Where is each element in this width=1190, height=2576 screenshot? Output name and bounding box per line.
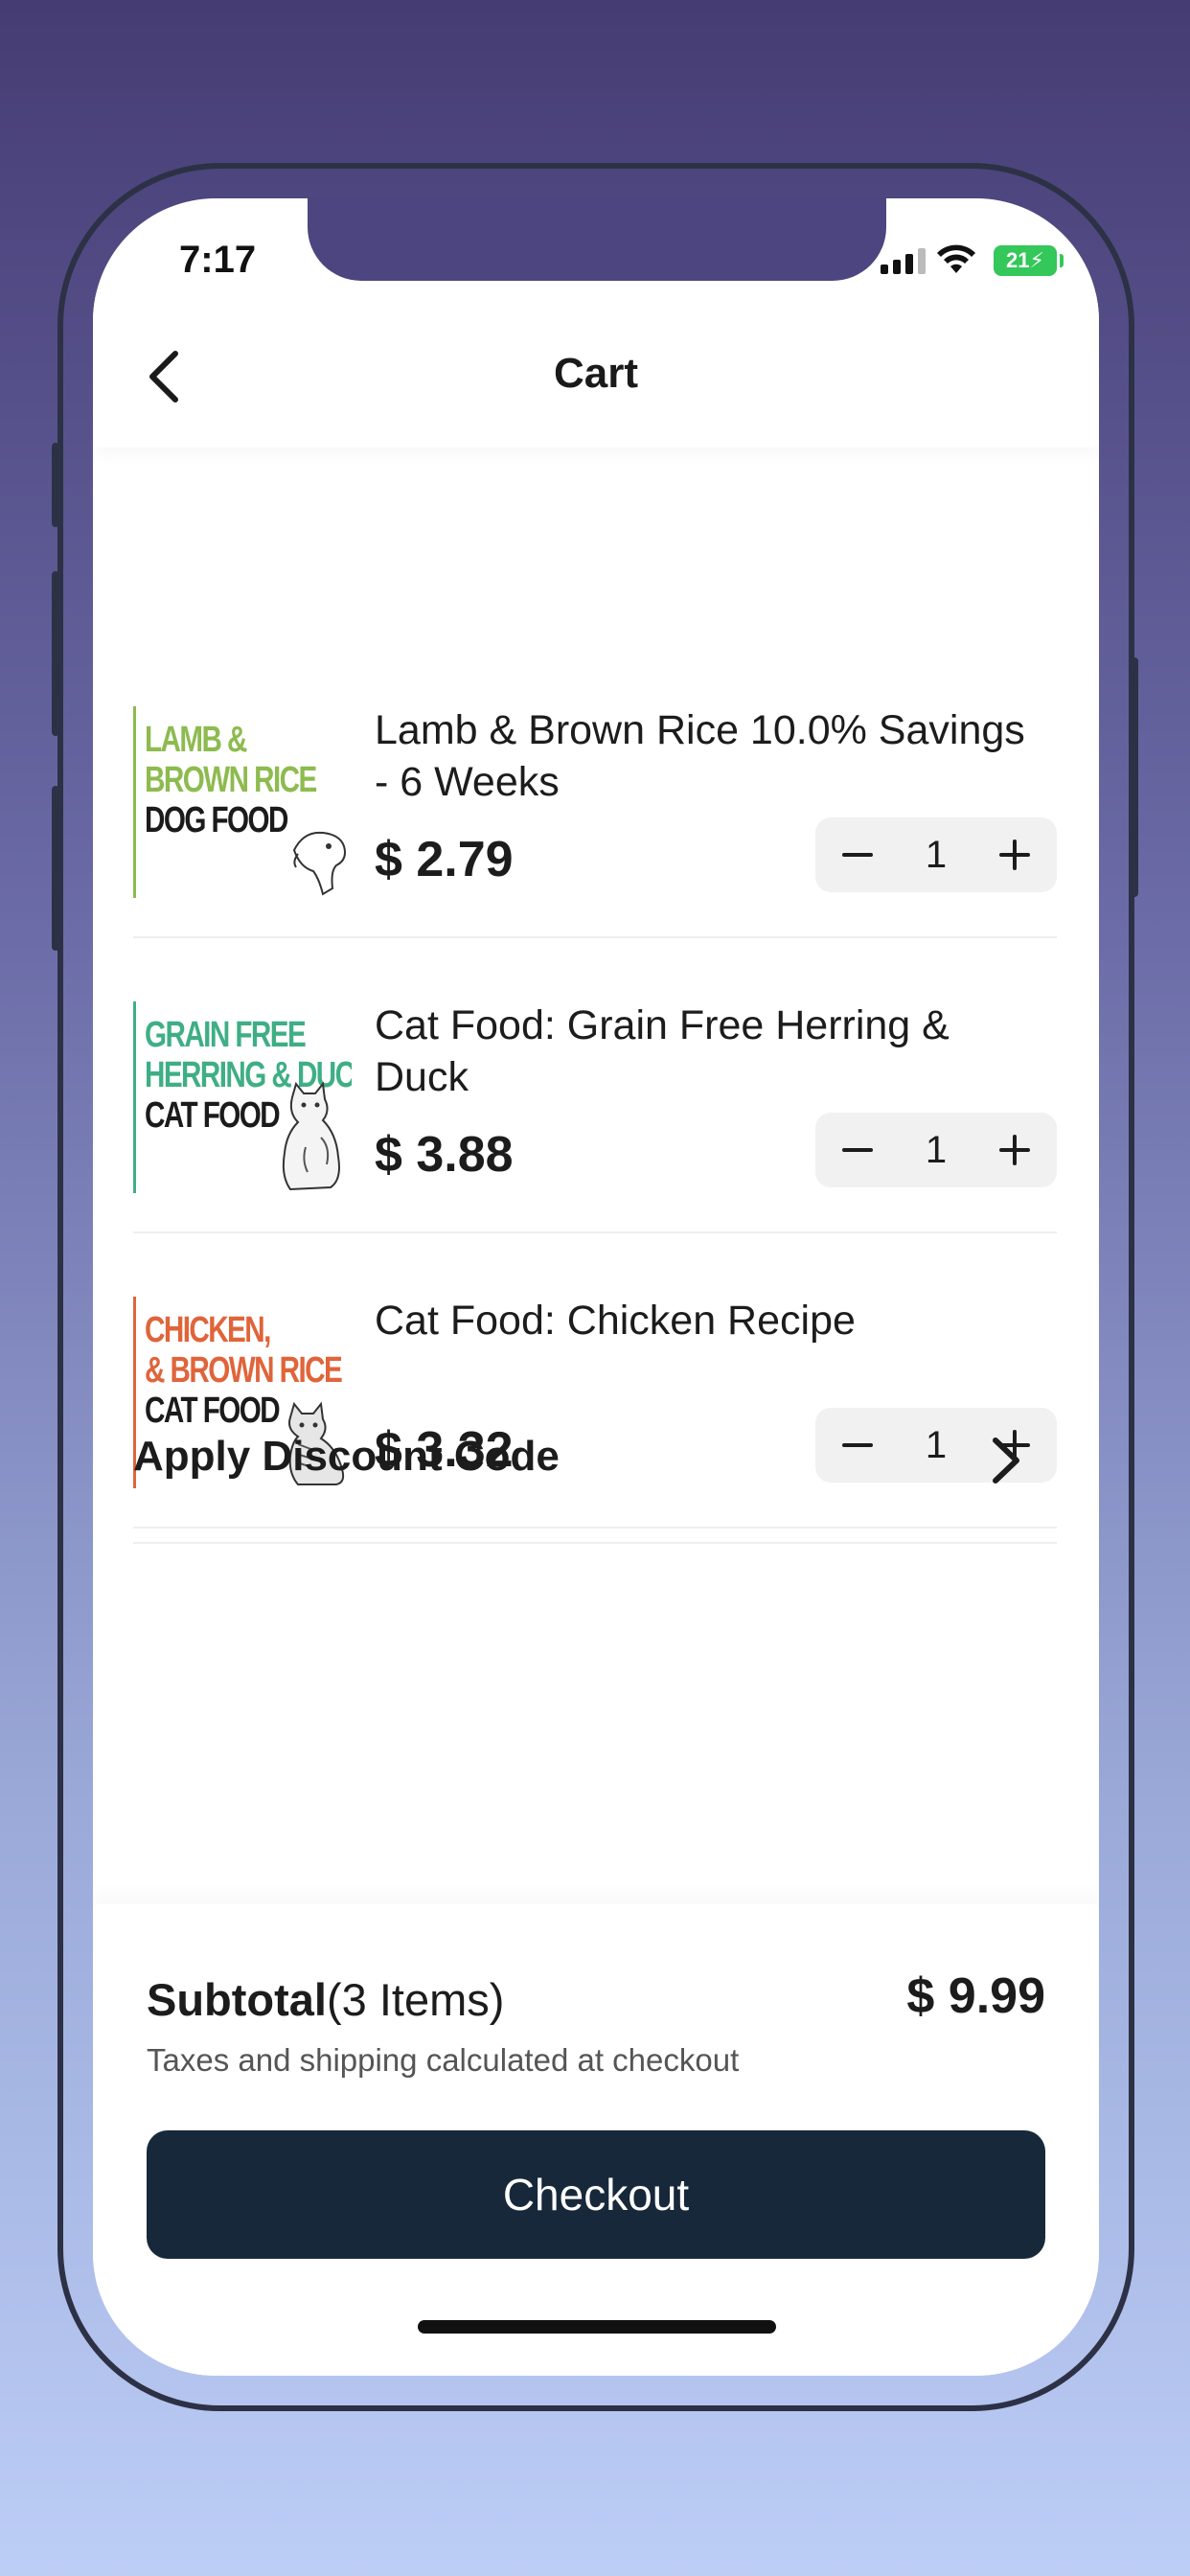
side-button-volume-down xyxy=(52,786,59,951)
increase-quantity-button[interactable] xyxy=(977,817,1052,892)
battery-icon: 21⚡ xyxy=(994,245,1057,276)
quantity-stepper: 1 xyxy=(815,817,1057,892)
thumbnail-line-1: CHICKEN, xyxy=(145,1310,271,1350)
dog-sketch-icon xyxy=(292,831,346,896)
home-indicator[interactable] xyxy=(418,2320,776,2334)
nav-bar: Cart xyxy=(93,294,1099,448)
thumbnail-line-2: BROWN RICE xyxy=(145,760,317,800)
side-button-volume-up xyxy=(52,571,59,736)
chevron-right-icon xyxy=(993,1438,1019,1484)
quantity-value: 1 xyxy=(925,834,948,876)
cart-item: GRAIN FREE HERRING & DUC CAT FOOD Cat Fo… xyxy=(133,938,1057,1233)
decrease-quantity-button[interactable] xyxy=(820,817,895,892)
item-price: $ 2.79 xyxy=(375,832,514,887)
battery-level: 21 xyxy=(1006,248,1030,272)
page-title: Cart xyxy=(553,350,639,397)
plus-icon xyxy=(999,1135,1030,1165)
item-name[interactable]: Lamb & Brown Rice 10.0% Savings - 6 Week… xyxy=(375,704,1026,808)
apply-discount-code-row[interactable]: Apply Discount Code xyxy=(133,1375,1057,1544)
item-price: $ 3.88 xyxy=(375,1127,514,1183)
plus-icon xyxy=(999,840,1030,870)
increase-quantity-button[interactable] xyxy=(977,1113,1052,1187)
checkout-footer: Subtotal(3 Items) $ 9.99 Taxes and shipp… xyxy=(93,1904,1099,2376)
side-button-silent xyxy=(52,443,59,527)
minus-icon xyxy=(842,1148,873,1152)
subtotal-label-group: Subtotal(3 Items) xyxy=(147,1973,504,2026)
status-time: 7:17 xyxy=(179,239,257,281)
side-button-power xyxy=(1131,657,1138,897)
discount-label: Apply Discount Code xyxy=(133,1433,560,1480)
thumbnail-accent-bar xyxy=(133,1001,136,1193)
cart-item: LAMB & BROWN RICE DOG FOOD Lamb & Brown … xyxy=(133,643,1057,938)
tax-note: Taxes and shipping calculated at checkou… xyxy=(147,2042,740,2078)
battery-tip xyxy=(1060,254,1064,267)
quantity-value: 1 xyxy=(925,1129,948,1171)
subtotal-amount: $ 9.99 xyxy=(906,1968,1045,2024)
checkout-button[interactable]: Checkout xyxy=(147,2130,1045,2259)
notch xyxy=(308,198,886,281)
cellular-signal-icon xyxy=(881,248,926,274)
cat-sketch-icon xyxy=(282,1081,340,1191)
product-thumbnail[interactable]: LAMB & BROWN RICE DOG FOOD xyxy=(133,706,352,898)
item-name[interactable]: Cat Food: Grain Free Herring & Duck xyxy=(375,1000,1026,1103)
product-thumbnail[interactable]: GRAIN FREE HERRING & DUC CAT FOOD xyxy=(133,1001,352,1193)
item-name[interactable]: Cat Food: Chicken Recipe xyxy=(375,1295,1026,1346)
subtotal-label: Subtotal xyxy=(147,1974,327,2025)
status-bar: 7:17 21⚡ xyxy=(93,198,1099,294)
thumbnail-line-1: GRAIN FREE xyxy=(145,1015,307,1055)
thumbnail-line-1: LAMB & xyxy=(145,720,247,760)
thumbnail-line-3: DOG FOOD xyxy=(145,800,288,840)
decrease-quantity-button[interactable] xyxy=(820,1113,895,1187)
wifi-icon xyxy=(937,244,975,273)
minus-icon xyxy=(842,853,873,857)
item-count: (3 Items) xyxy=(326,1974,505,2025)
thumbnail-line-3: CAT FOOD xyxy=(145,1095,281,1136)
thumbnail-accent-bar xyxy=(133,706,136,898)
quantity-stepper: 1 xyxy=(815,1113,1057,1187)
phone-screen: 7:17 21⚡ Cart LAMB & BROWN RICE DOG FOOD xyxy=(93,198,1099,2376)
